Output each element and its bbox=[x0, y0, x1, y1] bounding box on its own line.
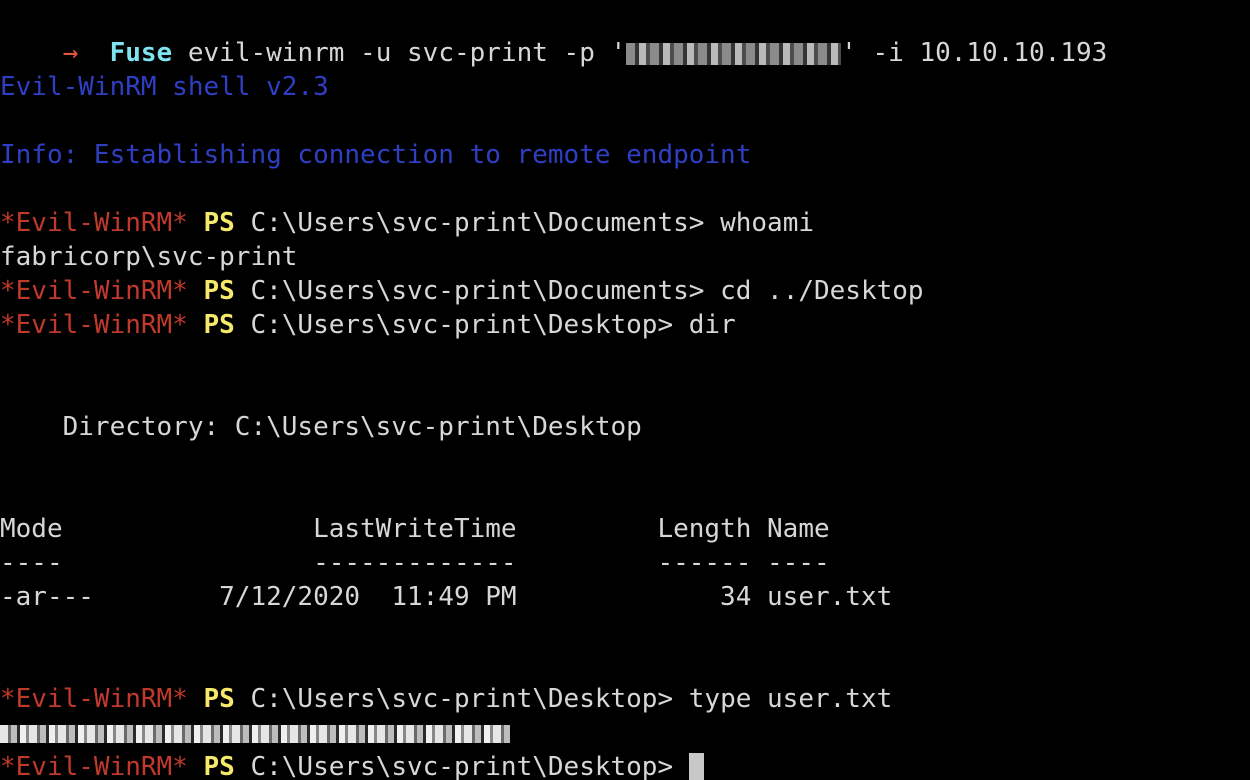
table-header: Mode LastWriteTime Length Name bbox=[0, 514, 830, 544]
text-cursor[interactable] bbox=[688, 752, 704, 780]
ps-prompt-line-active[interactable]: *Evil-WinRM* PS C:\Users\svc-print\Deskt… bbox=[0, 750, 704, 780]
command-suffix: ' -i 10.10.10.193 bbox=[841, 38, 1108, 68]
prompt-path: C:\Users\svc-print\Desktop> bbox=[250, 310, 674, 340]
evil-winrm-tag: *Evil-WinRM* bbox=[0, 310, 188, 340]
ps-label: PS bbox=[203, 208, 235, 238]
command-prefix: evil-winrm -u svc-print -p ' bbox=[187, 38, 627, 68]
evil-winrm-tag: *Evil-WinRM* bbox=[0, 276, 188, 306]
shell-prompt-line: → Fuse evil-winrm -u svc-print -p ' ' -i … bbox=[0, 2, 1108, 68]
ps-prompt-line: *Evil-WinRM* PS C:\Users\svc-print\Docum… bbox=[0, 206, 814, 240]
prompt-path: C:\Users\svc-print\Desktop> bbox=[250, 684, 674, 714]
directory-header: Directory: C:\Users\svc-print\Desktop bbox=[0, 412, 642, 442]
prompt-command bbox=[673, 752, 689, 780]
prompt-arrow-icon: → bbox=[62, 38, 79, 68]
prompt-directory: Fuse bbox=[109, 38, 173, 68]
ps-label: PS bbox=[203, 276, 235, 306]
command-output: fabricorp\svc-print bbox=[0, 242, 298, 272]
prompt-command: whoami bbox=[704, 208, 814, 238]
redacted-flag bbox=[0, 724, 510, 743]
evil-winrm-tag: *Evil-WinRM* bbox=[0, 684, 188, 714]
prompt-command: dir bbox=[673, 310, 736, 340]
prompt-path: C:\Users\svc-print\Desktop> bbox=[250, 752, 674, 780]
table-row: -ar--- 7/12/2020 11:49 PM 34 user.txt bbox=[0, 582, 893, 612]
evil-winrm-tag: *Evil-WinRM* bbox=[0, 752, 188, 780]
redacted-flag-line bbox=[0, 716, 510, 750]
redacted-password bbox=[626, 42, 842, 65]
prompt-path: C:\Users\svc-print\Documents> bbox=[250, 208, 705, 238]
ps-label: PS bbox=[203, 310, 235, 340]
ps-prompt-line: *Evil-WinRM* PS C:\Users\svc-print\Docum… bbox=[0, 274, 924, 308]
prompt-path: C:\Users\svc-print\Documents> bbox=[250, 276, 705, 306]
connection-info: Info: Establishing connection to remote … bbox=[0, 140, 752, 170]
prompt-command: type user.txt bbox=[673, 684, 893, 714]
ps-label: PS bbox=[203, 684, 235, 714]
ps-label: PS bbox=[203, 752, 235, 780]
terminal-window[interactable]: → Fuse evil-winrm -u svc-print -p ' ' -i … bbox=[0, 0, 1250, 780]
prompt-command: cd ../Desktop bbox=[704, 276, 924, 306]
ps-prompt-line: *Evil-WinRM* PS C:\Users\svc-print\Deskt… bbox=[0, 682, 892, 716]
ps-prompt-line: *Evil-WinRM* PS C:\Users\svc-print\Deskt… bbox=[0, 308, 736, 342]
table-underline: ---- ------------- ------ ---- bbox=[0, 548, 830, 578]
shell-version-banner: Evil-WinRM shell v2.3 bbox=[0, 72, 329, 102]
evil-winrm-tag: *Evil-WinRM* bbox=[0, 208, 188, 238]
